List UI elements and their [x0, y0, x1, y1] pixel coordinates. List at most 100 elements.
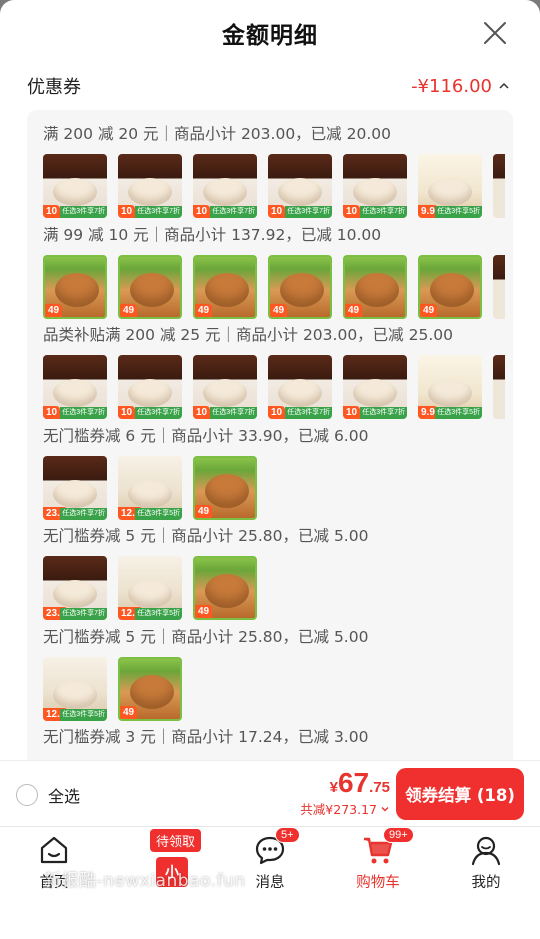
- profile-icon: [469, 833, 503, 867]
- food-image: [53, 680, 97, 709]
- select-all-toggle[interactable]: 全选: [16, 783, 80, 807]
- product-thumbnail[interactable]: 10 任选3件享7折: [343, 154, 407, 218]
- tab-messages[interactable]: 5+ 消息: [225, 827, 315, 892]
- product-thumbnails: 23.9 任选3件享7折 12.9 任选3件享5折 49: [43, 556, 513, 620]
- food-image: [53, 379, 97, 407]
- thumbnail-promo: 任选3件享7折: [210, 407, 257, 419]
- product-thumbnail[interactable]: 23.9 任选3件享7折: [43, 556, 107, 620]
- coupon-total[interactable]: -¥116.00: [411, 76, 510, 97]
- close-icon: [484, 22, 506, 44]
- food-image: [203, 379, 247, 407]
- product-thumbnail[interactable]: 10 任选3件享7折: [43, 355, 107, 419]
- tab-profile-label: 我的: [471, 875, 501, 891]
- food-image: [128, 479, 172, 508]
- thumbnail-price: 49: [195, 504, 213, 518]
- chevron-up-icon: [499, 82, 509, 89]
- product-thumbnail[interactable]: 10 任选3件享7折: [193, 154, 257, 218]
- thumbnail-promo: 任选3件享7折: [60, 407, 107, 419]
- food-image: [130, 272, 174, 307]
- coupon-group: 满 99 减 10 元｜商品小计 137.92，已减 10.00 49 49 49 49…: [43, 221, 513, 319]
- product-thumbnail[interactable]: 49: [118, 254, 182, 319]
- product-thumbnail[interactable]: 49: [43, 254, 107, 319]
- product-thumbnail[interactable]: 49: [193, 254, 257, 319]
- thumbnail-price: 10: [268, 406, 286, 419]
- claim-badge[interactable]: 待领取: [150, 829, 202, 852]
- thumbnail-price: 49: [420, 303, 438, 317]
- product-thumbnail[interactable]: 10 任选3件享7折: [118, 154, 182, 218]
- food-image: [203, 178, 247, 206]
- product-thumbnail[interactable]: 9.9 任选3件享5折: [418, 355, 482, 419]
- coupon-group-summary: 无门槛券减 3 元｜商品小计 17.24，已减 3.00: [43, 728, 369, 746]
- checkout-button[interactable]: 领券结算 (18): [396, 768, 524, 820]
- product-thumbnail[interactable]: 49: [418, 254, 482, 319]
- product-thumbnail[interactable]: 12.9 任选3件享5折: [118, 556, 182, 620]
- food-image: [353, 178, 397, 206]
- total-saved-text: 共减¥273.17: [300, 802, 377, 817]
- thumbnail-promo: 任选3件享5折: [135, 507, 182, 520]
- thumbnail-promo: 任选3件享7折: [60, 608, 107, 620]
- thumbnail-price: 10: [343, 406, 361, 419]
- food-image: [355, 272, 399, 307]
- food-image: [53, 178, 97, 206]
- thumbnail-promo: 任选3件享7折: [210, 206, 257, 218]
- tab-messages-label: 消息: [255, 875, 285, 891]
- thumbnail-price: 49: [45, 303, 63, 317]
- product-thumbnail[interactable]: 10 任选3件享7折: [343, 355, 407, 419]
- thumbnail-promo: 任选3件享5折: [60, 708, 107, 721]
- total-price-integer: 67: [337, 767, 370, 798]
- food-image: [128, 178, 172, 206]
- tab-profile[interactable]: 我的: [441, 833, 531, 892]
- total-saved[interactable]: 共减¥273.17: [300, 799, 390, 818]
- coupon-group-summary: 品类补贴满 200 减 25 元｜商品小计 203.00，已减 25.00: [43, 326, 453, 344]
- thumbnail-price: 10: [268, 205, 286, 218]
- food-image: [278, 178, 322, 206]
- food-image: [278, 379, 322, 407]
- thumbnail-price: 10: [43, 205, 61, 218]
- product-thumbnail[interactable]: 10 任选3件享7折: [268, 154, 332, 218]
- product-thumbnail[interactable]: 49: [193, 556, 257, 620]
- red-packet-icon[interactable]: 小: [156, 857, 188, 887]
- product-thumbnail[interactable]: 23.9 任选3件享7折: [43, 455, 107, 520]
- coupon-detail-list[interactable]: 满 200 减 20 元｜商品小计 203.00，已减 20.00 10 任选3件享…: [27, 110, 513, 770]
- coupon-group: 无门槛券减 5 元｜商品小计 25.80，已减 5.00 23.9 任选3件享7折 1…: [43, 522, 513, 620]
- close-button[interactable]: [480, 18, 510, 48]
- product-thumbnail[interactable]: 10 任选3件享7折: [268, 355, 332, 419]
- product-thumbnail[interactable]: 9.9 任选3件享5折: [418, 154, 482, 218]
- thumbnail-price: 49: [195, 303, 213, 317]
- product-thumbnails: 10 任选3件享7折 10 任选3件享7折 10 任选3件享7折 10 任选3件享7折 10 任选…: [43, 154, 513, 218]
- thumbnail-price: 49: [345, 303, 363, 317]
- coupon-group: 满 200 减 20 元｜商品小计 203.00，已减 20.00 10 任选3件享…: [43, 120, 513, 218]
- product-thumbnail[interactable]: 49: [118, 656, 182, 721]
- coupon-total-amount: -¥116.00: [411, 75, 492, 97]
- product-thumbnail[interactable]: 49: [268, 254, 332, 319]
- tab-cart[interactable]: 99+ 购物车: [333, 827, 423, 892]
- food-image: [430, 272, 474, 307]
- thumbnail-promo: 任选3件享7折: [285, 407, 332, 419]
- product-thumbnail[interactable]: 49: [343, 254, 407, 319]
- product-thumbnail[interactable]: 49: [193, 455, 257, 520]
- product-thumbnail[interactable]: 12.9 任选3件享5折: [118, 455, 182, 520]
- thumbnail-promo: 任选3件享7折: [60, 507, 107, 520]
- thumbnail-price: 10: [343, 205, 361, 218]
- coupon-group-summary: 无门槛券减 5 元｜商品小计 25.80，已减 5.00: [43, 527, 369, 545]
- coupon-row[interactable]: 优惠券 -¥116.00: [27, 66, 510, 106]
- thumbnail-price: 10: [118, 205, 136, 218]
- product-thumbnail[interactable]: 10 任选3件享7折: [43, 154, 107, 218]
- food-image: [280, 272, 324, 307]
- product-thumbnail[interactable]: 10 任选3件享7折: [118, 355, 182, 419]
- food-image: [55, 272, 99, 307]
- product-thumbnail[interactable]: 12.9 任选3件享5折: [43, 656, 107, 721]
- thumbnail-promo: 任选3件享7折: [360, 206, 407, 218]
- coupon-group-summary: 满 200 减 20 元｜商品小计 203.00，已减 20.00: [43, 125, 391, 143]
- home-icon: [37, 833, 71, 867]
- tab-home[interactable]: 首页: [9, 833, 99, 892]
- thumbnail-price: 10: [193, 406, 211, 419]
- thumbnail-promo: 任选3件享5折: [435, 206, 482, 218]
- thumbnail-price: 10: [118, 406, 136, 419]
- coupon-group: 无门槛券减 5 元｜商品小计 25.80，已减 5.00 12.9 任选3件享5折 4…: [43, 623, 513, 721]
- food-image: [53, 479, 97, 508]
- more-thumbnails-edge: [493, 355, 505, 419]
- product-thumbnail[interactable]: 10 任选3件享7折: [193, 355, 257, 419]
- select-all-radio[interactable]: [16, 784, 38, 806]
- thumbnail-price: 49: [270, 303, 288, 317]
